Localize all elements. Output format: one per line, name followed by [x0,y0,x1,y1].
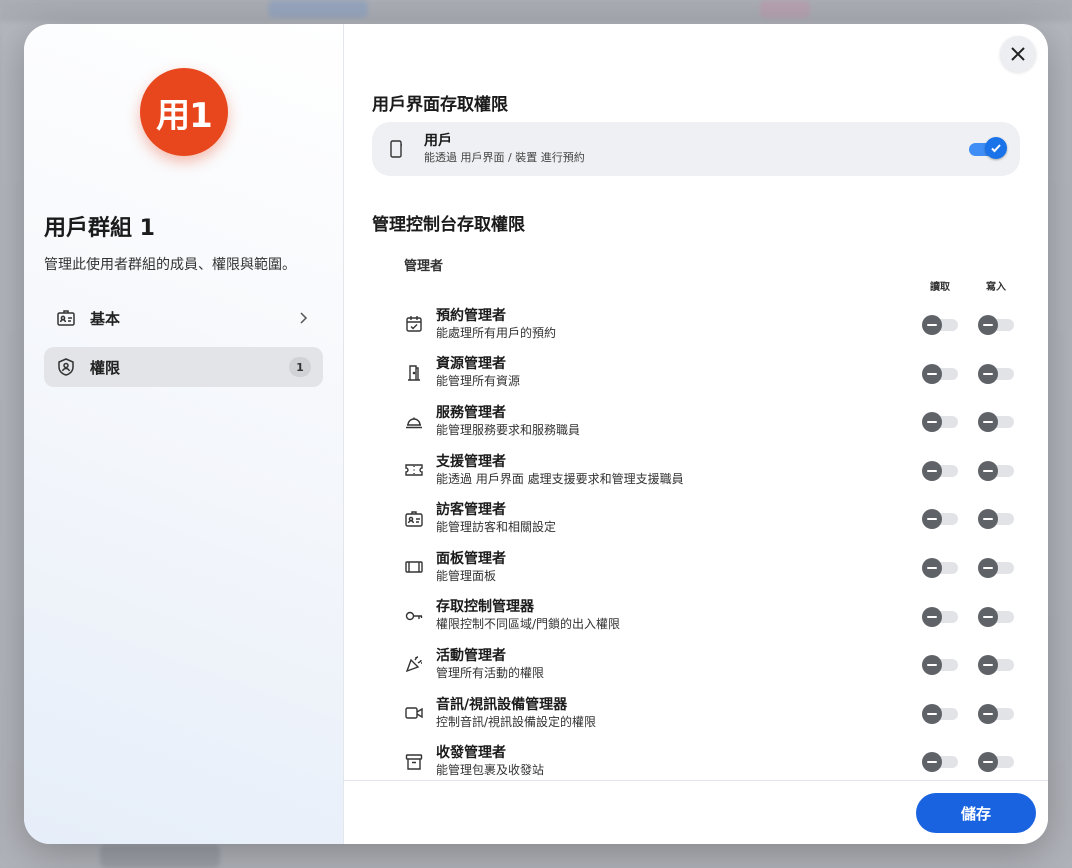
user-access-desc: 能透過 用戶界面 / 裝置 進行預約 [424,151,585,164]
section-title-admin-access: 管理控制台存取權限 [372,215,525,235]
read-toggle[interactable] [922,508,960,530]
shield-icon [56,357,76,377]
sidebar-item-basic[interactable]: 基本 [44,298,323,338]
sidebar-nav: 基本 權限 1 [44,298,323,396]
key-icon [404,606,424,626]
count-badge: 1 [289,357,311,377]
user-group-modal: 用1 用戶群組 1 管理此使用者群組的成員、權限與範圍。 基本 權限 1 用戶界… [24,24,1048,844]
write-toggle[interactable] [978,460,1016,482]
group-description: 管理此使用者群組的成員、權限與範圍。 [44,257,296,273]
door-icon [404,363,424,383]
id-card-icon [56,308,76,328]
save-button[interactable]: 儲存 [916,793,1036,833]
user-access-card: 用戶 能透過 用戶界面 / 裝置 進行預約 [372,122,1020,176]
list-item: 收發管理者 能管理包裹及收發站 [404,737,1024,780]
write-toggle[interactable] [978,654,1016,676]
mobile-device-icon [386,139,406,159]
group-sidebar: 用1 用戶群組 1 管理此使用者群組的成員、權限與範圍。 基本 權限 1 [24,24,344,844]
panel-icon [404,557,424,577]
list-item: 存取控制管理器 權限控制不同區域/門鎖的出入權限 [404,592,1024,641]
calendar-check-icon [404,314,424,334]
write-toggle[interactable] [978,703,1016,725]
section-title-user-access: 用戶界面存取權限 [372,95,508,115]
sidebar-item-label: 權限 [90,358,121,377]
sidebar-item-label: 基本 [90,309,121,328]
read-toggle[interactable] [922,751,960,773]
modal-footer: 儲存 [344,780,1048,844]
ticket-icon [404,460,424,480]
party-popper-icon [404,654,424,674]
group-avatar: 用1 [140,68,228,156]
permissions-scroll-area[interactable]: 用戶界面存取權限 用戶 能透過 用戶界面 / 裝置 進行預約 管理控制台存取權限… [344,24,1048,780]
list-item: 支援管理者 能透過 用戶界面 處理支援要求和管理支援職員 [404,446,1024,495]
write-toggle[interactable] [978,557,1016,579]
chevron-right-icon [295,310,311,326]
admin-subheading: 管理者 [404,259,444,274]
write-toggle[interactable] [978,363,1016,385]
read-toggle[interactable] [922,606,960,628]
write-toggle[interactable] [978,508,1016,530]
visitor-badge-icon [404,509,424,529]
column-header-read: 讀取 [930,282,950,293]
read-toggle[interactable] [922,557,960,579]
sidebar-item-permissions[interactable]: 權限 1 [44,347,323,387]
check-icon [991,144,1001,153]
list-item: 活動管理者 管理所有活動的權限 [404,640,1024,689]
list-item: 面板管理者 能管理面板 [404,543,1024,592]
column-header-write: 寫入 [986,282,1006,293]
list-item: 服務管理者 能管理服務要求和服務職員 [404,397,1024,446]
list-item: 訪客管理者 能管理訪客和相關設定 [404,494,1024,543]
read-toggle[interactable] [922,460,960,482]
archive-box-icon [404,752,424,772]
read-toggle[interactable] [922,314,960,336]
read-toggle[interactable] [922,363,960,385]
read-toggle[interactable] [922,654,960,676]
write-toggle[interactable] [978,411,1016,433]
group-title: 用戶群組 1 [44,216,155,241]
list-item: 預約管理者 能處理所有用戶的預約 [404,300,1024,349]
write-toggle[interactable] [978,751,1016,773]
admin-role-list: 預約管理者 能處理所有用戶的預約 資源管理者 能管理所有資源 服務管理者 能管理… [404,300,1024,780]
read-toggle[interactable] [922,703,960,725]
permissions-panel: 用戶界面存取權限 用戶 能透過 用戶界面 / 裝置 進行預約 管理控制台存取權限… [344,24,1048,844]
user-access-title: 用戶 [424,133,452,149]
list-item: 資源管理者 能管理所有資源 [404,349,1024,398]
video-camera-icon [404,703,424,723]
user-access-toggle[interactable] [969,137,1007,161]
list-item: 音訊/視訊設備管理器 控制音訊/視訊設備設定的權限 [404,689,1024,738]
write-toggle[interactable] [978,606,1016,628]
write-toggle[interactable] [978,314,1016,336]
read-toggle[interactable] [922,411,960,433]
service-bell-icon [404,411,424,431]
